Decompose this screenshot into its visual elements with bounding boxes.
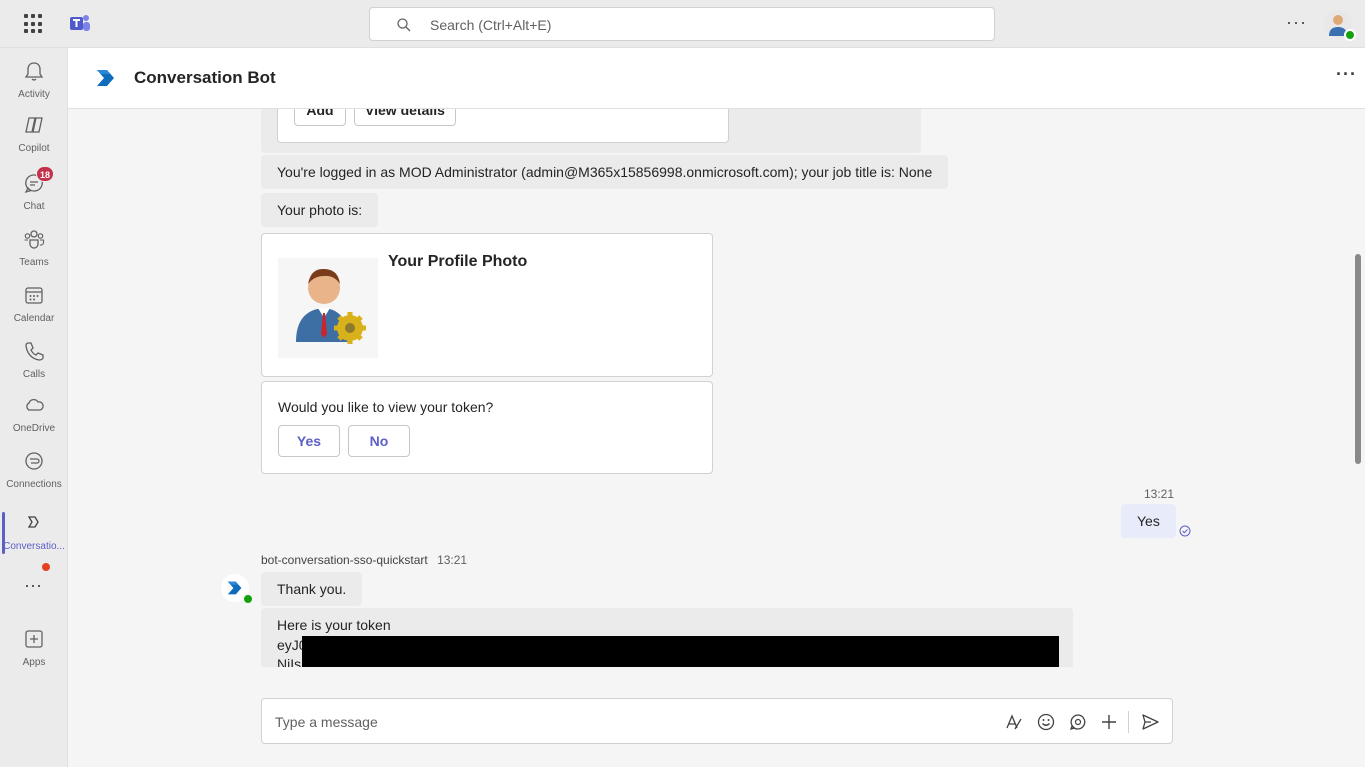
message-composer[interactable]: Type a message — [261, 698, 1173, 744]
view-details-button[interactable]: View details — [354, 109, 456, 126]
format-icon[interactable] — [1004, 712, 1024, 732]
more-apps-button[interactable]: ··· — [24, 575, 42, 596]
bot-sender-line: bot-conversation-sso-quickstart 13:21 — [261, 553, 467, 567]
teams-icon — [24, 230, 45, 249]
app-launcher-icon[interactable] — [24, 14, 44, 34]
rail-label: Teams — [19, 257, 49, 268]
logged-in-message: You're logged in as MOD Administrator (a… — [261, 155, 949, 189]
profile-photo-image — [278, 258, 378, 358]
connections-icon — [25, 452, 43, 470]
presence-available-icon — [1344, 29, 1356, 41]
send-icon[interactable] — [1140, 712, 1160, 732]
top-bar: Search (Ctrl+Alt+E) ··· — [0, 0, 1365, 48]
search-icon — [397, 18, 411, 32]
plus-square-icon — [25, 630, 43, 648]
rail-item-onedrive[interactable]: OneDrive — [0, 388, 68, 442]
chat-unread-badge: 18 — [36, 166, 54, 182]
bell-icon — [24, 62, 44, 81]
message-list: Add View details You're logged in as MOD… — [68, 109, 1365, 667]
bot-sender-name: bot-conversation-sso-quickstart — [261, 553, 428, 567]
plus-icon[interactable] — [1099, 712, 1119, 732]
photo-intro-message: Your photo is: — [261, 193, 379, 227]
bot-message-time: 13:21 — [437, 553, 468, 567]
user-reply-message: Yes — [1121, 504, 1176, 538]
thank-you-message: Thank you. — [261, 572, 363, 606]
bot-avatar — [221, 574, 254, 605]
bot-app-icon — [27, 516, 39, 528]
rail-item-copilot[interactable]: Copilot — [0, 108, 68, 162]
chat-scrollbar[interactable] — [1355, 254, 1361, 464]
previous-card-container: Add View details — [261, 109, 921, 153]
no-button[interactable]: No — [348, 425, 410, 457]
header-more-button[interactable]: ··· — [1336, 64, 1357, 85]
token-line-2: NiIs — [277, 656, 302, 667]
rail-label: Apps — [22, 657, 46, 668]
notification-dot — [42, 563, 50, 571]
previous-card: Add View details — [277, 109, 729, 143]
app-rail: Activity Copilot 18 Chat Teams Calendar … — [0, 48, 68, 767]
rail-label: Conversatio... — [3, 541, 65, 552]
rail-item-connections[interactable]: Connections — [0, 444, 68, 498]
rail-label: Chat — [23, 201, 45, 212]
teams-logo-icon — [70, 15, 90, 31]
rail-label: OneDrive — [12, 423, 56, 434]
page-title: Conversation Bot — [134, 68, 276, 87]
rail-item-calls[interactable]: Calls — [0, 334, 68, 388]
token-message: Here is your token eyJ0 NiIs — [261, 608, 1073, 667]
loop-components-icon[interactable] — [1068, 712, 1088, 732]
search-input[interactable]: Search (Ctrl+Alt+E) — [369, 7, 995, 41]
phone-icon — [25, 342, 44, 361]
yes-button[interactable]: Yes — [278, 425, 340, 457]
emoji-icon[interactable] — [1036, 712, 1056, 732]
presence-available-icon — [242, 593, 254, 605]
token-question-card: Would you like to view your token? Yes N… — [261, 381, 713, 474]
rail-item-teams[interactable]: Teams — [0, 222, 68, 276]
cloud-icon — [26, 398, 44, 411]
rail-item-chat[interactable]: 18 Chat — [0, 166, 68, 220]
rail-item-calendar[interactable]: Calendar — [0, 278, 68, 332]
rail-label: Copilot — [18, 143, 50, 154]
rail-item-apps[interactable]: Apps — [0, 622, 68, 676]
rail-label: Activity — [18, 89, 50, 100]
rail-item-activity[interactable]: Activity — [0, 54, 68, 108]
rail-label: Connections — [6, 479, 62, 490]
composer-divider — [1128, 711, 1129, 733]
chat-header: Conversation Bot ··· — [68, 48, 1365, 109]
search-placeholder: Search (Ctrl+Alt+E) — [430, 17, 552, 33]
settings-more-button[interactable]: ··· — [1286, 12, 1307, 33]
composer-placeholder: Type a message — [275, 714, 378, 730]
rail-item-conversation-bot[interactable]: Conversatio... — [0, 506, 68, 560]
token-intro-text: Here is your token — [277, 617, 391, 633]
photo-card-title: Your Profile Photo — [388, 253, 528, 270]
add-button[interactable]: Add — [294, 109, 346, 126]
conversation-bot-logo-icon — [227, 581, 242, 595]
user-message-time: 13:21 — [1144, 487, 1175, 501]
conversation-bot-logo-icon — [97, 70, 114, 86]
rail-label: Calendar — [13, 313, 55, 324]
redacted-token-block — [302, 636, 1059, 667]
message-read-icon — [1179, 525, 1191, 537]
copilot-icon — [25, 117, 43, 133]
token-question-text: Would you like to view your token? — [278, 399, 494, 415]
rail-label: Calls — [22, 369, 46, 380]
calendar-icon — [25, 287, 43, 304]
user-avatar[interactable] — [1324, 10, 1356, 41]
profile-photo-card: Your Profile Photo — [261, 233, 713, 377]
